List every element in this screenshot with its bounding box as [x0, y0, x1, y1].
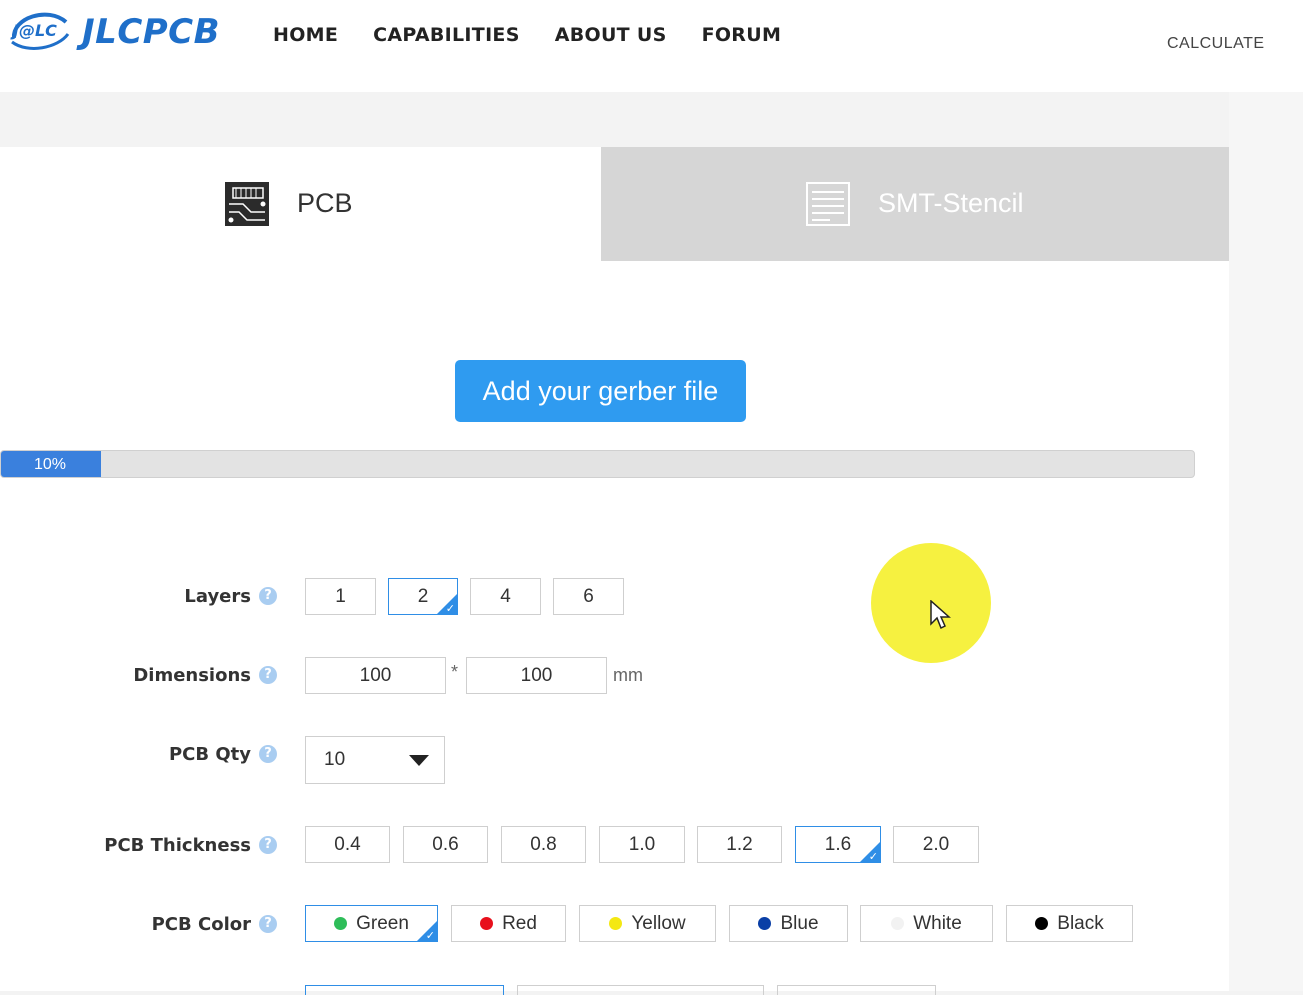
- white-swatch: [891, 917, 905, 930]
- thickness-option-0-6[interactable]: 0.6: [403, 826, 488, 863]
- width-input[interactable]: 100: [305, 657, 446, 694]
- logo-mark-icon: J@LC: [10, 12, 70, 50]
- help-icon[interactable]: ?: [259, 915, 277, 933]
- black-swatch: [1035, 917, 1049, 930]
- thickness-option-1-2[interactable]: 1.2: [697, 826, 782, 863]
- color-option-white[interactable]: White: [860, 905, 993, 942]
- nav-forum[interactable]: FORUM: [702, 24, 782, 46]
- upload-progress-bar: 10%: [0, 450, 1195, 478]
- layers-option-2[interactable]: 2 ✓: [388, 578, 458, 615]
- next-row-option[interactable]: [777, 985, 936, 995]
- layers-option-1[interactable]: 1: [305, 578, 376, 615]
- stencil-icon: [806, 182, 850, 226]
- next-row-option[interactable]: [305, 985, 504, 995]
- blue-swatch: [758, 917, 772, 930]
- next-row-option[interactable]: [517, 985, 764, 995]
- check-icon: ✓: [445, 603, 455, 615]
- thickness-option-0-4[interactable]: 0.4: [305, 826, 390, 863]
- mouse-pointer-icon: [930, 600, 951, 630]
- dimension-unit: mm: [613, 665, 643, 685]
- pcb-board-icon: [225, 182, 269, 226]
- color-option-green-label: Green: [356, 912, 409, 934]
- color-option-red-label: Red: [502, 912, 537, 934]
- thickness-option-2-0[interactable]: 2.0: [893, 826, 979, 863]
- thickness-label: PCB Thickness: [104, 835, 251, 856]
- qty-value: 10: [324, 749, 346, 770]
- chevron-down-icon: [409, 755, 429, 766]
- check-icon: ✓: [868, 851, 878, 863]
- color-option-blue[interactable]: Blue: [729, 905, 848, 942]
- help-icon[interactable]: ?: [259, 666, 277, 684]
- jlcpcb-logo[interactable]: J@LC JLCPCB: [8, 6, 238, 56]
- quote-card: PCB SMT-Stencil Add your gerber file 10%: [0, 147, 1229, 991]
- thickness-option-1-0[interactable]: 1.0: [599, 826, 685, 863]
- help-icon[interactable]: ?: [259, 587, 277, 605]
- color-option-red[interactable]: Red: [451, 905, 566, 942]
- color-option-black-label: Black: [1057, 912, 1104, 934]
- color-option-white-label: White: [913, 912, 962, 934]
- yellow-swatch: [609, 917, 623, 930]
- thickness-option-1-6[interactable]: 1.6 ✓: [795, 826, 881, 863]
- color-option-black[interactable]: Black: [1006, 905, 1133, 942]
- color-label: PCB Color: [151, 914, 251, 935]
- help-icon[interactable]: ?: [259, 836, 277, 854]
- layers-option-4[interactable]: 4: [470, 578, 541, 615]
- tab-pcb-label: PCB: [297, 188, 353, 218]
- color-option-yellow[interactable]: Yellow: [579, 905, 716, 942]
- green-swatch: [334, 917, 348, 930]
- logo-text: JLCPCB: [82, 12, 221, 52]
- nav-home[interactable]: HOME: [273, 24, 338, 46]
- nav-capabilities[interactable]: CAPABILITIES: [373, 24, 520, 46]
- progress-label: 10%: [34, 456, 67, 473]
- thickness-option-0-8[interactable]: 0.8: [501, 826, 586, 863]
- nav-calculate[interactable]: CALCULATE: [1167, 35, 1265, 53]
- layers-option-2-label: 2: [417, 585, 429, 607]
- red-swatch: [480, 917, 494, 930]
- layers-label: Layers: [184, 586, 251, 607]
- color-option-yellow-label: Yellow: [631, 912, 686, 934]
- dimension-separator: *: [451, 662, 459, 682]
- check-icon: ✓: [425, 930, 435, 942]
- height-input[interactable]: 100: [466, 657, 607, 694]
- add-gerber-button[interactable]: Add your gerber file: [455, 360, 746, 422]
- top-navbar: J@LC JLCPCB HOME CAPABILITIES ABOUT US F…: [0, 0, 1303, 92]
- tab-stencil-label: SMT-Stencil: [878, 188, 1024, 218]
- qty-label: PCB Qty: [168, 744, 251, 765]
- dimensions-label: Dimensions: [133, 665, 251, 686]
- tab-pcb[interactable]: PCB: [0, 147, 601, 261]
- main-nav: HOME CAPABILITIES ABOUT US FORUM: [273, 24, 816, 46]
- qty-select[interactable]: 10: [305, 736, 445, 784]
- nav-about-us[interactable]: ABOUT US: [555, 24, 667, 46]
- thickness-option-1-6-label: 1.6: [824, 833, 852, 855]
- logo-badge-text: J@LC: [10, 21, 57, 40]
- right-background: [1229, 92, 1303, 991]
- color-option-green[interactable]: Green ✓: [305, 905, 438, 942]
- color-option-blue-label: Blue: [780, 912, 819, 934]
- tab-smt-stencil[interactable]: SMT-Stencil: [601, 147, 1229, 261]
- layers-option-6[interactable]: 6: [553, 578, 624, 615]
- help-icon[interactable]: ?: [259, 745, 277, 763]
